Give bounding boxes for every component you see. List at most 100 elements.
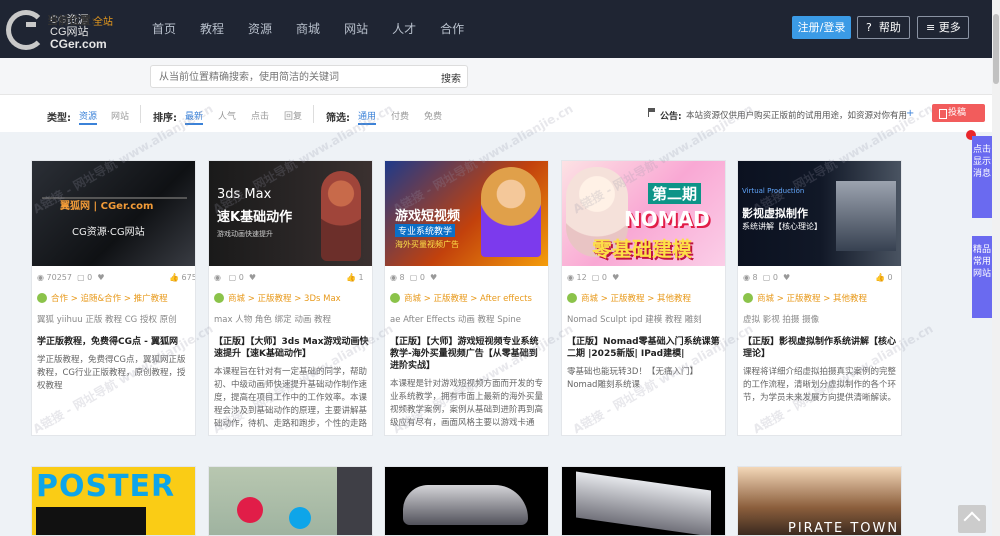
thumbs-up-icon: 👍 — [169, 273, 179, 282]
more-button[interactable]: ≡ 更多 — [917, 16, 969, 39]
views-count: 8 — [399, 273, 405, 282]
likes-count: 1 — [358, 273, 364, 282]
filter-free[interactable]: 免费 — [424, 109, 442, 122]
useful-websites-tab[interactable]: 精品常用网站 — [972, 236, 992, 318]
login-register-button[interactable]: 注册/登录 — [792, 16, 851, 39]
sort-clicks[interactable]: 点击 — [251, 109, 269, 122]
category-path[interactable]: 商城 > 正版教程 > 其他教程 — [581, 294, 691, 304]
show-message-tab[interactable]: 点击显示消息 — [972, 136, 992, 218]
search-button[interactable]: 搜索 — [441, 70, 461, 85]
resource-card-thumbnail[interactable]: PIRATE TOWN — [737, 466, 902, 536]
category-path[interactable]: 合作 > 追随&合作 > 推广教程 — [51, 294, 168, 304]
resource-card-thumbnail[interactable] — [561, 466, 726, 536]
resource-card[interactable]: 3ds Max 速K基础动作 游戏动画快速提升 ◉ ▢ 0 ♥ 👍 1 商城 > … — [208, 160, 373, 436]
notice-label: 公告: — [660, 112, 682, 122]
sort-newest[interactable]: 最新 — [185, 109, 204, 125]
likes-count: 0 — [887, 273, 893, 282]
nav-resources[interactable]: 资源 — [248, 20, 272, 37]
resource-card-thumbnail[interactable] — [384, 466, 549, 536]
thumb-subtitle: 专业系统教学 — [395, 224, 456, 237]
resource-card[interactable]: 翼狐网 | CGer.com CG资源·CG网站 ◉ 70257 ▢ 0 ♥ 👍 … — [31, 160, 196, 436]
logo-g-icon — [6, 10, 46, 50]
views-count: 12 — [576, 273, 587, 282]
likes-count: 675 — [181, 273, 196, 282]
card-title[interactable]: 【正版】Nomad零基础入门系统课第二期 |2025新版| IPad建模| — [567, 336, 722, 360]
card-thumbnail[interactable]: Virtual Production 影视虚拟制作 系统讲解【核心理论】 — [738, 161, 901, 266]
thumb-subtitle: 翼狐网 | CGer.com — [60, 201, 154, 212]
nav-tutorials[interactable]: 教程 — [200, 20, 224, 37]
card-stats: ◉ 8 ▢ 0 ♥ — [390, 273, 438, 282]
thumb-subtitle: 系统讲解【核心理论】 — [742, 222, 822, 231]
search-box: 搜索 — [150, 65, 468, 88]
category-path[interactable]: 商城 > 正版教程 > After effects — [404, 294, 532, 304]
views-count: 8 — [752, 273, 758, 282]
card-category[interactable]: 商城 > 正版教程 > 其他教程 — [567, 292, 691, 304]
notice-text[interactable]: 本站资源仅供用户购买正版前的试用用途，如资源对你有用 — [686, 109, 907, 121]
card-thumbnail[interactable]: 翼狐网 | CGer.com CG资源·CG网站 — [32, 161, 195, 266]
character-figure — [321, 171, 361, 261]
category-icon — [214, 293, 224, 303]
help-button[interactable]: ? 帮助 — [857, 16, 910, 39]
thumb-subtitle: NOMAD — [624, 207, 710, 231]
nav-websites[interactable]: 网站 — [344, 20, 368, 37]
sort-label: 排序: — [153, 113, 177, 124]
thumb-caption: Virtual Production — [742, 187, 805, 195]
card-tags[interactable]: 翼狐 yiihuu 正版 教程 CG 授权 原创 — [37, 313, 177, 325]
card-tags[interactable]: max 人物 角色 绑定 动画 教程 — [214, 313, 331, 325]
card-stats: ◉ 12 ▢ 0 ♥ — [567, 273, 620, 282]
back-to-top-button[interactable] — [958, 505, 986, 533]
main-nav: 首页 教程 资源 商城 网站 人才 合作 — [152, 20, 488, 37]
resource-card-thumbnail[interactable]: POSTER — [31, 466, 196, 536]
card-category[interactable]: 商城 > 正版教程 > 其他教程 — [743, 292, 867, 304]
sort-replies[interactable]: 回复 — [284, 109, 302, 122]
category-path[interactable]: 商城 > 正版教程 > 3Ds Max — [228, 294, 341, 304]
question-icon: ? — [866, 21, 879, 34]
card-tags[interactable]: 虚拟 影视 拍摄 摄像 — [743, 313, 819, 325]
flag-icon — [648, 108, 656, 117]
filter-paid[interactable]: 付费 — [391, 109, 409, 122]
card-category[interactable]: 商城 > 正版教程 > 3Ds Max — [214, 292, 341, 304]
card-thumbnail[interactable]: 第二期 NOMAD 零基础建模 — [562, 161, 725, 266]
card-title[interactable]: 学正版教程，免费得CG点 - 翼狐网 — [37, 336, 192, 348]
card-thumbnail[interactable]: 游戏短视频 专业系统教学 海外买量视频广告 — [385, 161, 548, 266]
submit-post-button[interactable]: 投稿 — [932, 104, 985, 122]
resource-card[interactable]: Virtual Production 影视虚拟制作 系统讲解【核心理论】 ◉ 8… — [737, 160, 902, 436]
resource-card[interactable]: 游戏短视频 专业系统教学 海外买量视频广告 ◉ 8 ▢ 0 ♥ 商城 > 正版教… — [384, 160, 549, 436]
nav-talent[interactable]: 人才 — [392, 20, 416, 37]
type-websites[interactable]: 网站 — [111, 109, 129, 122]
scrollbar-thumb[interactable] — [993, 14, 999, 84]
heart-icon: ♥ — [430, 273, 438, 282]
location-label: 当前位置: — [47, 14, 96, 27]
notice-expand-icon[interactable]: + — [906, 108, 914, 119]
card-stats: ◉ ▢ 0 ♥ 👍 1 — [214, 273, 364, 282]
card-title[interactable]: 【正版】【大师】3ds Max游戏动画快速提升【速K基础动作】 — [214, 336, 369, 360]
category-path[interactable]: 商城 > 正版教程 > 其他教程 — [757, 294, 867, 304]
resource-card[interactable]: 第二期 NOMAD 零基础建模 ◉ 12 ▢ 0 ♥ 商城 > 正版教程 > 其… — [561, 160, 726, 436]
car-image — [403, 485, 528, 525]
card-title[interactable]: 【正版】影视虚拟制作系统讲解【核心理论】 — [743, 336, 898, 360]
location-value[interactable]: 全站 — [93, 13, 113, 28]
filter-general[interactable]: 通用 — [358, 109, 377, 125]
nav-home[interactable]: 首页 — [152, 20, 176, 37]
thumb-title: 影视虚拟制作 — [742, 207, 808, 220]
search-input[interactable] — [159, 70, 429, 84]
type-resources[interactable]: 资源 — [79, 109, 98, 125]
card-stats: ◉ 70257 ▢ 0 ♥ 👍 675 — [37, 273, 196, 282]
card-description: 本课程是针对游戏短视频方面而开发的专业系统教学，拥有市面上最新的海外买量视频教学… — [390, 379, 544, 428]
category-icon — [567, 293, 577, 303]
card-title[interactable]: 【正版】【大师】游戏短视频专业系统教学-海外买量视频广告【从零基础到进阶实战】 — [390, 336, 545, 372]
card-category[interactable]: 合作 > 追随&合作 > 推广教程 — [37, 292, 168, 304]
card-category[interactable]: 商城 > 正版教程 > After effects — [390, 292, 532, 304]
nav-shop[interactable]: 商城 — [296, 20, 320, 37]
nav-cooperation[interactable]: 合作 — [440, 20, 464, 37]
card-description: 本课程旨在针对有一定基础的同学，帮助初、中级动画师快速提升基础动作制作速度，提高… — [214, 367, 368, 429]
card-thumbnail[interactable]: 3ds Max 速K基础动作 游戏动画快速提升 — [209, 161, 372, 266]
card-tags[interactable]: ae After Effects 动画 教程 Spine — [390, 313, 521, 325]
comments-count: 0 — [419, 273, 425, 282]
card-description: 零基础也能玩转3D！【无痛入门】Nomad雕刻系统课 — [567, 367, 698, 390]
resource-card-thumbnail[interactable] — [208, 466, 373, 536]
logo-line-3: CGer.com — [50, 37, 107, 51]
card-tags[interactable]: Nomad Sculpt ipd 建模 教程 雕刻 — [567, 313, 702, 325]
sort-popular[interactable]: 人气 — [218, 109, 236, 122]
thumb-caption: 零基础建模 — [592, 237, 692, 261]
